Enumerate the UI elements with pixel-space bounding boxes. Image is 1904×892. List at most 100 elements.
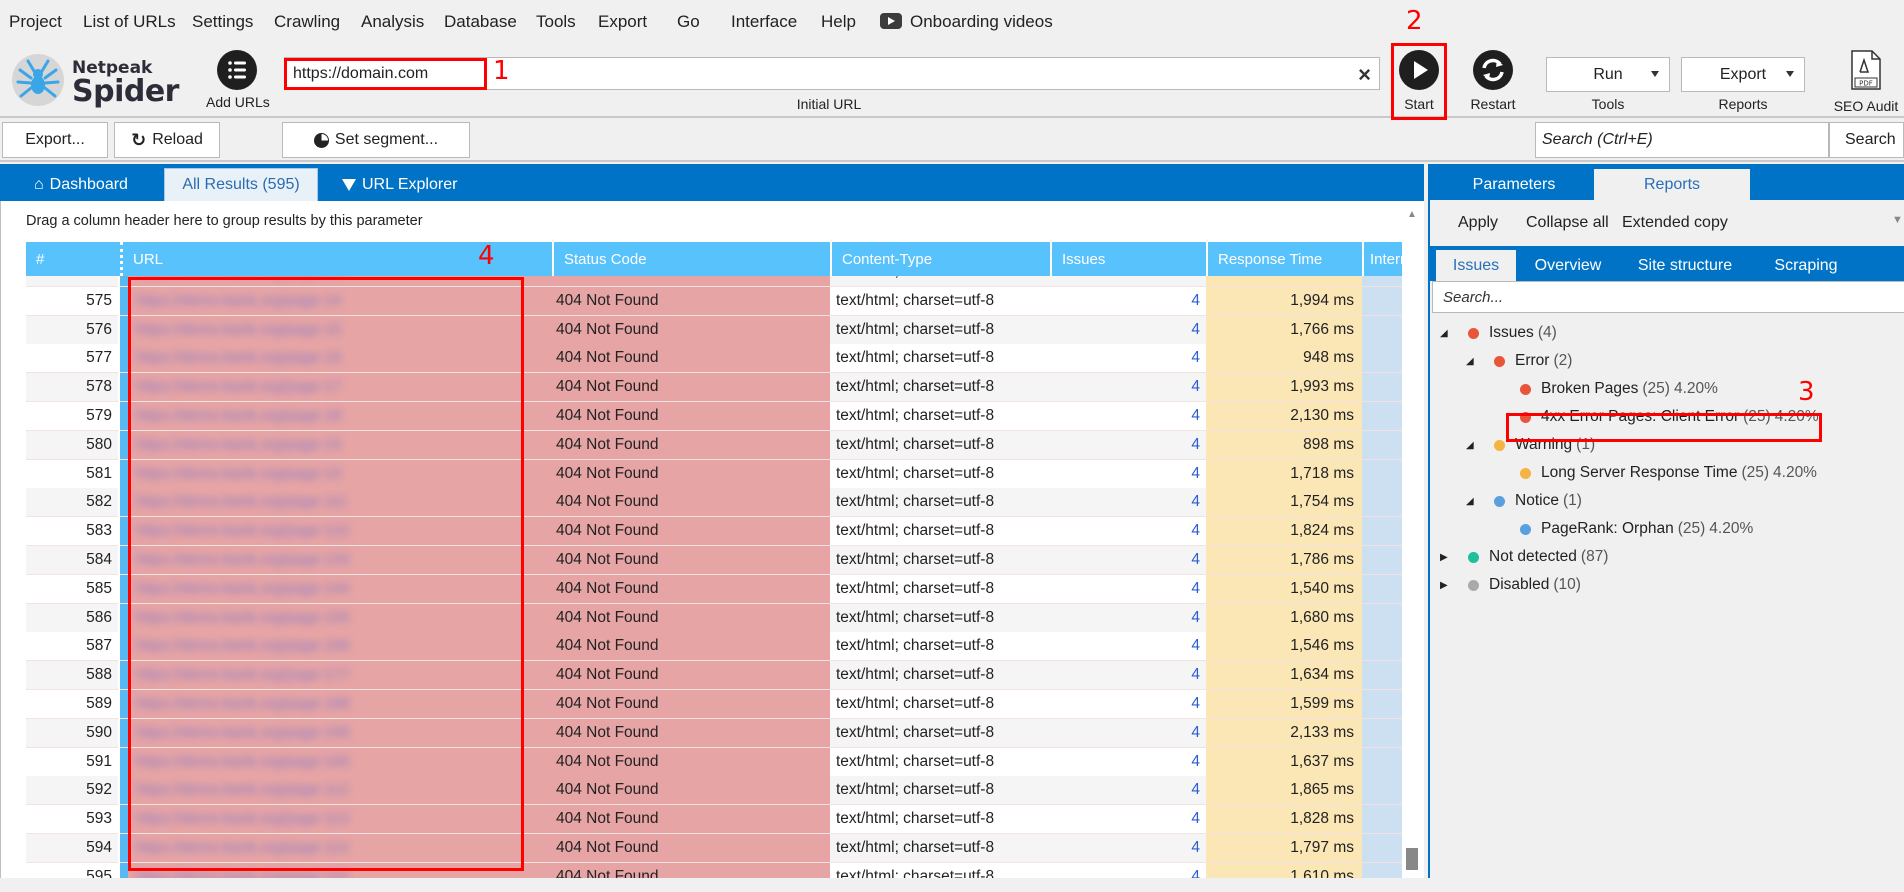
menu-list-of-urls[interactable]: List of URLs	[83, 12, 176, 32]
url-text[interactable]: https://demo-bank.org/page-14	[136, 292, 341, 309]
scroll-up-arrow-icon[interactable]: ▲	[1407, 209, 1417, 220]
overflow-chevron-icon[interactable]: ▼	[1892, 214, 1903, 226]
url-text[interactable]: https://demo-bank.org/page-113	[136, 810, 348, 827]
expanded-arrow-icon[interactable]: ◢	[1466, 496, 1480, 507]
issues-search-input[interactable]: Search...	[1432, 281, 1904, 313]
tree-node-warning[interactable]: ◢ Warning (1)	[1466, 436, 1595, 454]
initial-url-input[interactable]: https://domain.com ×	[284, 57, 1380, 90]
scrollbar-thumb[interactable]	[1406, 848, 1418, 870]
tab-url-explorer[interactable]: URL Explorer	[330, 168, 469, 201]
tree-node-disabled[interactable]: ▶ Disabled (10)	[1440, 576, 1581, 594]
extended-copy-button[interactable]: Extended copy	[1622, 214, 1728, 232]
table-row[interactable]: 583 https://demo-bank.org/page-122 404 Not…	[26, 517, 1402, 547]
menu-interface[interactable]: Interface	[731, 12, 797, 32]
table-row[interactable]: 593 https://demo-bank.org/page-113 404 Not…	[26, 805, 1402, 835]
table-row[interactable]: 582 https://demo-bank.org/page-111 404 Not…	[26, 488, 1402, 518]
url-text[interactable]: https://demo-bank.org/page-177	[136, 666, 349, 683]
subtab-site-structure[interactable]: Site structure	[1620, 250, 1750, 281]
tab-dashboard[interactable]: ⌂ Dashboard	[22, 168, 140, 201]
column-header-number[interactable]: #	[26, 242, 120, 276]
collapsed-arrow-icon[interactable]: ▶	[1440, 552, 1454, 563]
table-row[interactable]: 577 https://demo-bank.org/page-16 404 Not …	[26, 344, 1402, 374]
subtab-issues[interactable]: Issues	[1436, 250, 1516, 281]
table-row[interactable]: 576 https://demo-bank.org/page-15 404 Not …	[26, 315, 1402, 345]
tree-node-not-detected[interactable]: ▶ Not detected (87)	[1440, 548, 1608, 566]
add-urls-button[interactable]: Add URLs	[206, 50, 270, 116]
tree-node-4xx-error-pages-client-error[interactable]: 4xx Error Pages: Client Error (25) 4.20%	[1492, 408, 1819, 426]
url-text[interactable]: https://demo-bank.org/page-133	[136, 551, 349, 568]
url-text[interactable]: https://demo-bank.org/page-112	[136, 781, 348, 798]
menu-database[interactable]: Database	[444, 12, 517, 32]
tree-node-broken-pages[interactable]: Broken Pages (25) 4.20%	[1492, 380, 1718, 398]
expanded-arrow-icon[interactable]: ◢	[1440, 328, 1454, 339]
tools-run-dropdown[interactable]: Run	[1546, 57, 1670, 92]
column-header-internal[interactable]: Internal	[1362, 242, 1402, 276]
clear-url-icon[interactable]: ×	[1358, 62, 1371, 88]
menu-onboarding-videos[interactable]: Onboarding videos	[880, 12, 1053, 32]
subtab-scraping[interactable]: Scraping	[1756, 250, 1856, 281]
url-text[interactable]: https://demo-bank.org/page-15	[136, 321, 341, 338]
url-text[interactable]: https://demo-bank.org/page-17	[136, 378, 341, 395]
restart-button[interactable]: Restart	[1466, 48, 1520, 114]
expanded-arrow-icon[interactable]: ◢	[1466, 440, 1480, 451]
table-row[interactable]: 595 https://demo-bank.org/page-115 404 Not…	[26, 862, 1402, 878]
url-text[interactable]: https://demo-bank.org/page-16	[136, 349, 341, 366]
table-row[interactable]: 594 https://demo-bank.org/page-114 404 Not…	[26, 834, 1402, 863]
collapse-all-button[interactable]: Collapse all	[1526, 214, 1609, 232]
url-text[interactable]: https://demo-bank.org/page-10	[136, 465, 341, 482]
column-header-content-type[interactable]: Content-Type	[830, 242, 1050, 276]
table-row[interactable]: 579 https://demo-bank.org/page-18 404 Not …	[26, 402, 1402, 431]
table-row[interactable]: 578 https://demo-bank.org/page-17 404 Not …	[26, 373, 1402, 403]
tab-parameters[interactable]: Parameters	[1434, 169, 1594, 200]
table-row[interactable]: 581 https://demo-bank.org/page-10 404 Not …	[26, 459, 1402, 489]
expanded-arrow-icon[interactable]: ◢	[1466, 356, 1480, 367]
export-button[interactable]: Export...	[2, 122, 108, 158]
url-text[interactable]: https://demo-bank.org/page-114	[136, 839, 348, 856]
tree-node-issues[interactable]: ◢ Issues (4)	[1440, 324, 1557, 342]
search-button[interactable]: Search	[1829, 122, 1904, 158]
collapsed-arrow-icon[interactable]: ▶	[1440, 580, 1454, 591]
menu-tools[interactable]: Tools	[536, 12, 576, 32]
subtab-overview[interactable]: Overview	[1522, 250, 1614, 281]
table-row[interactable]: 580 https://demo-bank.org/page-19 404 Not …	[26, 430, 1402, 460]
menu-help[interactable]: Help	[821, 12, 856, 32]
menu-project[interactable]: Project	[9, 12, 62, 32]
table-row[interactable]: 585 https://demo-bank.org/page-144 404 Not…	[26, 574, 1402, 604]
column-header-issues[interactable]: Issues	[1050, 242, 1206, 276]
apply-button[interactable]: Apply	[1458, 214, 1498, 232]
url-text[interactable]: https://demo-bank.org/page-144	[136, 580, 349, 597]
url-text[interactable]: https://demo-bank.org/page-199	[136, 724, 349, 741]
url-text[interactable]: https://demo-bank.org/page-18	[136, 407, 341, 424]
url-text[interactable]: https://demo-bank.org/page-100	[136, 753, 349, 770]
column-header-response-time[interactable]: Response Time	[1206, 242, 1362, 276]
tab-reports[interactable]: Reports	[1594, 169, 1750, 200]
set-segment-button[interactable]: Set segment...	[282, 122, 470, 158]
url-text[interactable]: https://demo-bank.org/page-166	[136, 637, 349, 654]
start-button[interactable]: Start	[1394, 48, 1444, 114]
url-text[interactable]: https://demo-bank.org/page-188	[136, 695, 349, 712]
table-row[interactable]: 589 https://demo-bank.org/page-188 404 Not…	[26, 690, 1402, 719]
url-text[interactable]: https://demo-bank.org/page-122	[136, 522, 349, 539]
url-text[interactable]: https://demo-bank.org/page-115	[136, 868, 348, 878]
url-text[interactable]: https://demo-bank.org/page-111	[136, 493, 347, 510]
url-text[interactable]: https://demo-bank.org/page-155	[136, 609, 349, 626]
menu-go[interactable]: Go	[677, 12, 700, 32]
table-row[interactable]: 584 https://demo-bank.org/page-133 404 Not…	[26, 546, 1402, 575]
reports-export-dropdown[interactable]: Export	[1681, 57, 1805, 92]
seo-audit-button[interactable]: PDF SEO Audit	[1828, 50, 1904, 116]
results-vertical-scrollbar[interactable]: ▲	[1404, 201, 1422, 878]
reload-button[interactable]: ↻ Reload	[114, 122, 220, 158]
menu-analysis[interactable]: Analysis	[361, 12, 424, 32]
tree-node-pagerank-orphan[interactable]: PageRank: Orphan (25) 4.20%	[1492, 520, 1753, 538]
tree-node-error[interactable]: ◢ Error (2)	[1466, 352, 1572, 370]
table-row[interactable]: 592 https://demo-bank.org/page-112 404 Not…	[26, 776, 1402, 806]
table-row[interactable]: 590 https://demo-bank.org/page-199 404 Not…	[26, 718, 1402, 748]
table-row[interactable]: 575 https://demo-bank.org/page-14 404 Not …	[26, 286, 1402, 316]
global-search-input[interactable]: Search (Ctrl+E)	[1535, 122, 1829, 158]
menu-settings[interactable]: Settings	[192, 12, 253, 32]
table-row[interactable]: 586 https://demo-bank.org/page-155 404 Not…	[26, 603, 1402, 633]
menu-export[interactable]: Export	[598, 12, 647, 32]
url-text[interactable]: https://demo-bank.org/page-19	[136, 436, 341, 453]
tree-node-long-server-response-time[interactable]: Long Server Response Time (25) 4.20%	[1492, 464, 1817, 482]
table-row[interactable]: 587 https://demo-bank.org/page-166 404 Not…	[26, 632, 1402, 662]
